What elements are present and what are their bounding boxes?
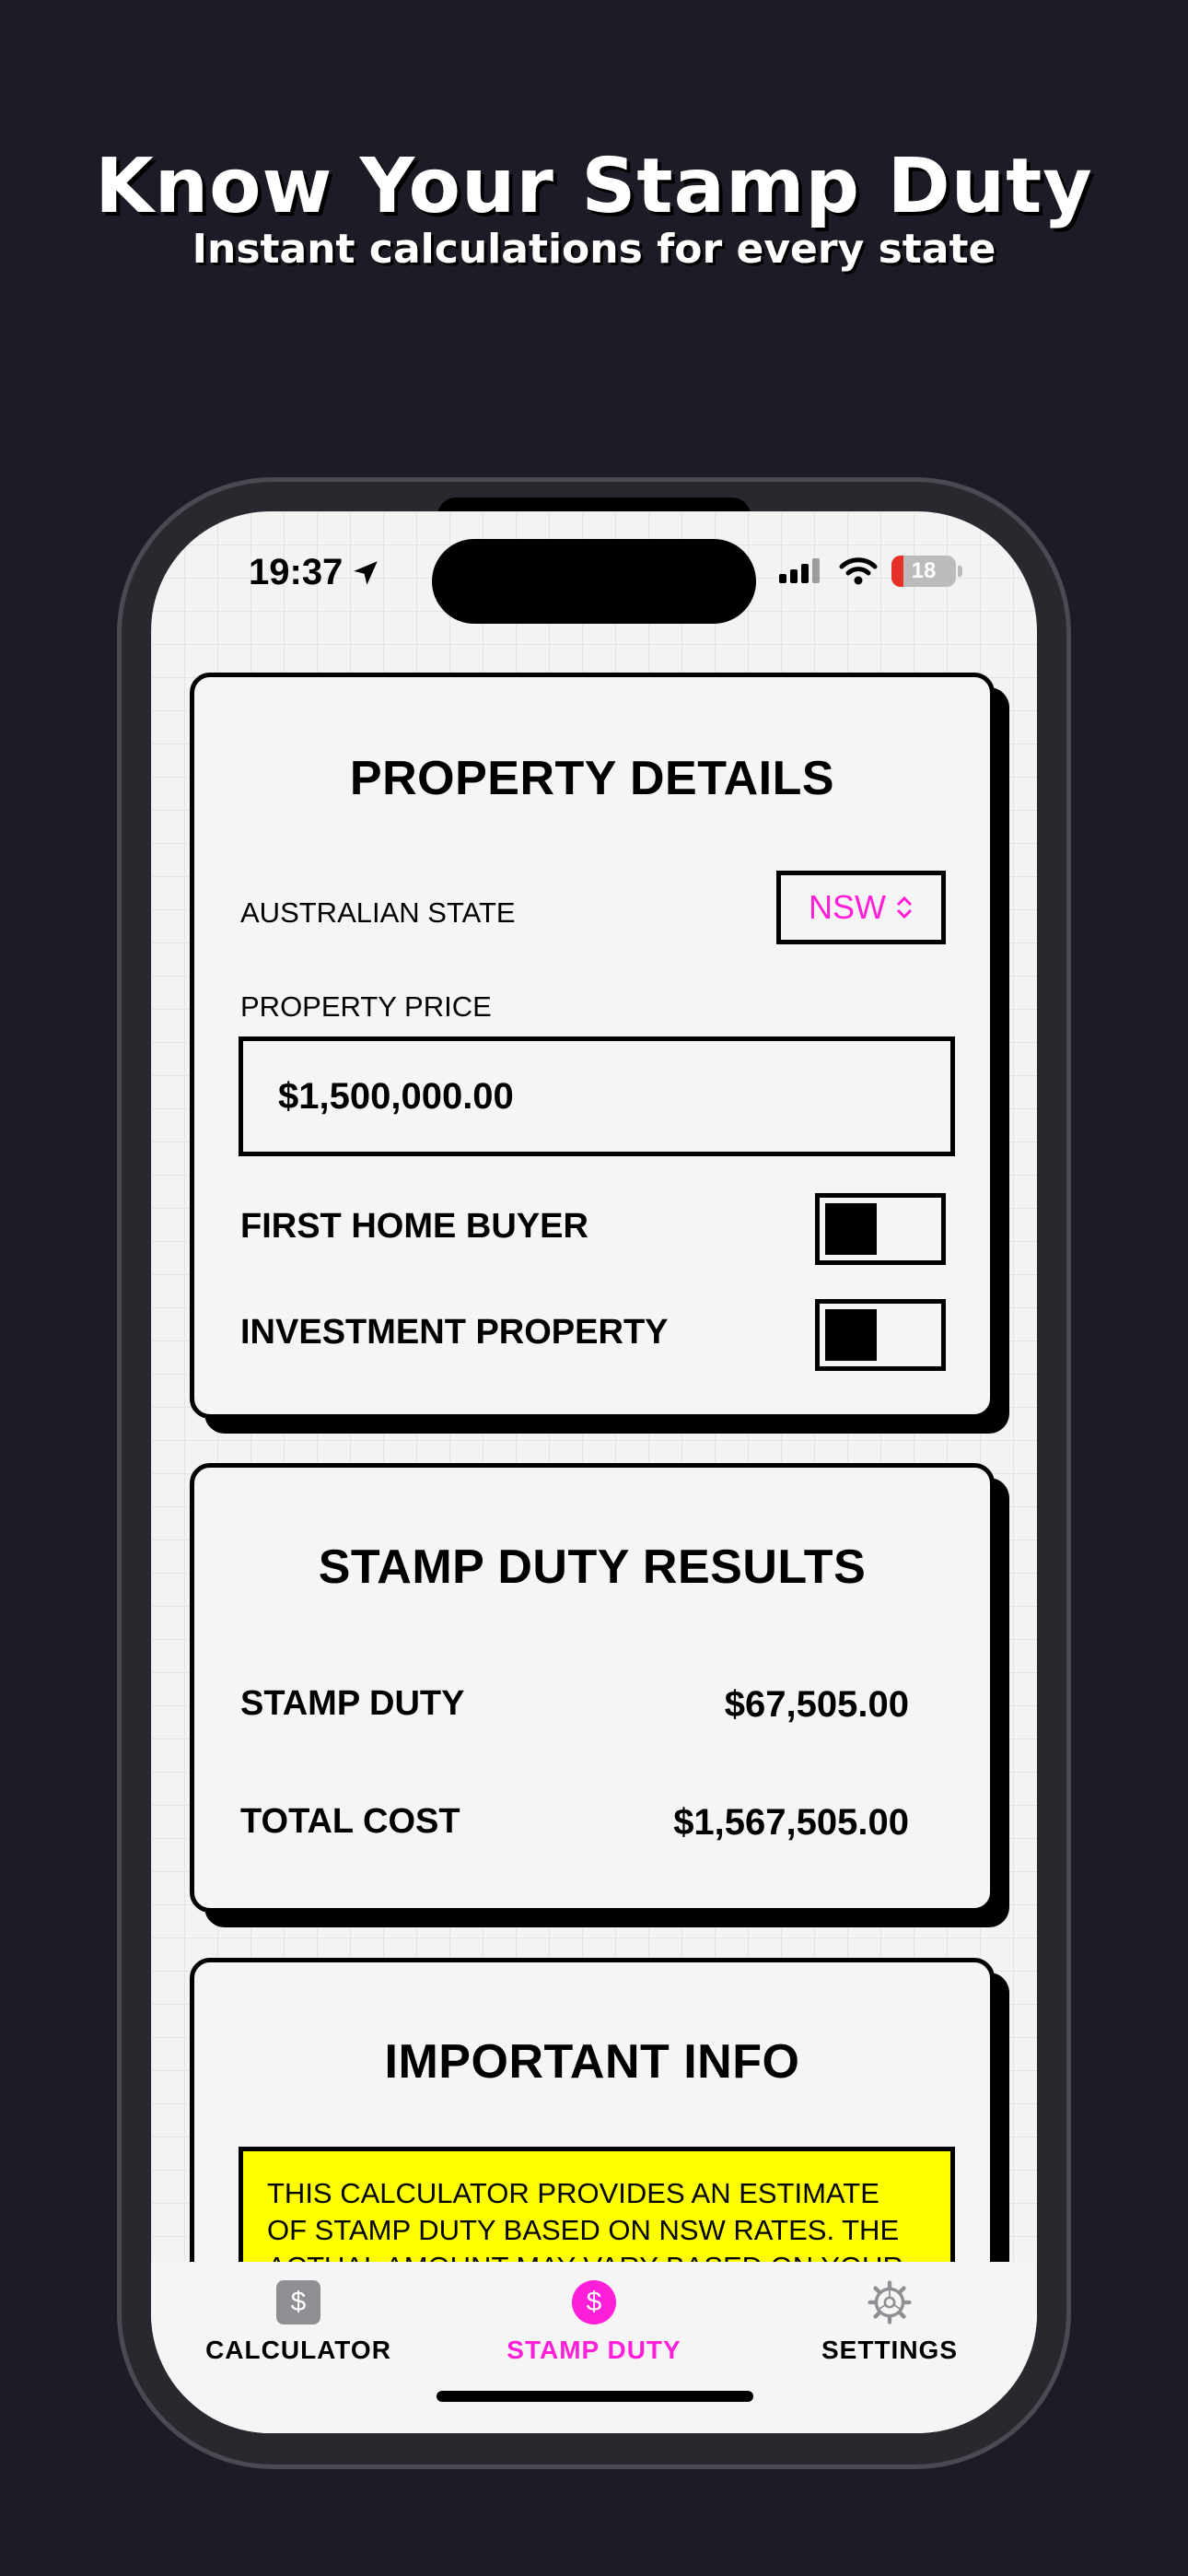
property-price-input[interactable]: $1,500,000.00 bbox=[239, 1036, 955, 1156]
first-home-buyer-toggle[interactable] bbox=[815, 1193, 946, 1265]
app-screen: 19:37 18 PROPERTY DETAILS AUSTRALIAN STA… bbox=[151, 511, 1037, 2433]
status-bar-time: 19:37 bbox=[249, 552, 381, 593]
battery-indicator: 18 bbox=[891, 556, 956, 587]
toggle-knob bbox=[825, 1309, 877, 1361]
cellular-signal-icon bbox=[779, 558, 820, 583]
stamp-duty-value: $67,505.00 bbox=[724, 1684, 909, 1725]
property-details-title: PROPERTY DETAILS bbox=[349, 752, 835, 805]
location-arrow-icon bbox=[354, 560, 379, 585]
dollar-circle-icon: $ bbox=[572, 2280, 616, 2324]
chevron-up-down-icon bbox=[896, 896, 913, 919]
tab-label: CALCULATOR bbox=[205, 2336, 391, 2364]
promo-headline: Know Your Stamp Duty bbox=[95, 143, 1093, 230]
state-value: NSW bbox=[809, 888, 886, 926]
tab-label: SETTINGS bbox=[821, 2336, 958, 2364]
gear-icon bbox=[868, 2280, 912, 2324]
stamp-duty-label: STAMP DUTY bbox=[240, 1684, 465, 1723]
tab-stamp-duty[interactable]: $ STAMP DUTY bbox=[483, 2280, 705, 2365]
dynamic-island bbox=[432, 539, 756, 624]
dollar-square-icon: $ bbox=[276, 2280, 320, 2324]
home-indicator bbox=[437, 2391, 753, 2402]
tab-calculator[interactable]: $ CALCULATOR bbox=[188, 2280, 409, 2365]
state-select[interactable]: NSW bbox=[776, 871, 946, 944]
total-cost-value: $1,567,505.00 bbox=[673, 1802, 909, 1843]
results-title: STAMP DUTY RESULTS bbox=[318, 1540, 867, 1594]
investment-property-toggle[interactable] bbox=[815, 1299, 946, 1371]
price-label: PROPERTY PRICE bbox=[240, 990, 492, 1023]
tab-label: STAMP DUTY bbox=[507, 2336, 681, 2364]
first-home-buyer-label: FIRST HOME BUYER bbox=[240, 1207, 588, 1246]
total-cost-label: TOTAL COST bbox=[240, 1802, 460, 1841]
wifi-icon bbox=[839, 557, 878, 585]
price-value: $1,500,000.00 bbox=[278, 1075, 514, 1117]
tab-bar: $ CALCULATOR $ STAMP DUTY SETTINGS bbox=[151, 2262, 1037, 2433]
info-title: IMPORTANT INFO bbox=[384, 2035, 800, 2089]
tab-settings[interactable]: SETTINGS bbox=[779, 2280, 1000, 2365]
investment-property-label: INVESTMENT PROPERTY bbox=[240, 1313, 669, 1352]
state-label: AUSTRALIAN STATE bbox=[240, 896, 516, 929]
status-bar-indicators: 18 bbox=[777, 556, 962, 587]
toggle-knob bbox=[825, 1203, 877, 1255]
property-details-card: PROPERTY DETAILS AUSTRALIAN STATE NSW PR… bbox=[190, 673, 995, 1419]
promo-subline: Instant calculations for every state bbox=[192, 226, 996, 273]
stamp-duty-results-card: STAMP DUTY RESULTS STAMP DUTY $67,505.00… bbox=[190, 1463, 995, 1913]
battery-percent: 18 bbox=[911, 558, 937, 583]
time-text: 19:37 bbox=[249, 552, 344, 592]
